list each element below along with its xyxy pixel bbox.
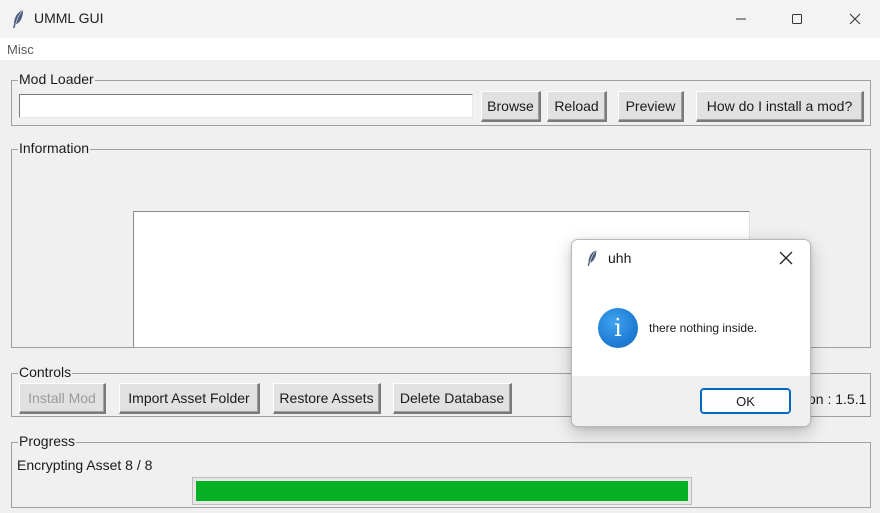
feather-icon: [587, 249, 597, 266]
maximize-icon: [792, 14, 802, 24]
dialog-close-icon[interactable]: [778, 250, 794, 266]
menu-misc[interactable]: Misc: [7, 42, 34, 57]
install-mod-button[interactable]: Install Mod: [19, 383, 106, 414]
controls-label: Controls: [18, 364, 73, 380]
minimize-icon: [736, 18, 746, 20]
progress-label: Progress: [18, 433, 77, 449]
mod-loader-label: Mod Loader: [18, 71, 95, 87]
close-button[interactable]: [826, 0, 880, 38]
title-bar: UMML GUI: [0, 0, 880, 38]
restore-assets-button[interactable]: Restore Assets: [273, 383, 381, 414]
delete-database-button[interactable]: Delete Database: [393, 383, 512, 414]
progress-bar-fill: [196, 481, 688, 501]
maximize-button[interactable]: [768, 0, 826, 38]
preview-button[interactable]: Preview: [618, 91, 684, 122]
dialog-footer: OK: [572, 376, 810, 426]
window-title: UMML GUI: [34, 10, 104, 26]
mod-path-input[interactable]: [19, 94, 473, 118]
dialog-body: i there nothing inside.: [572, 278, 810, 376]
browse-button[interactable]: Browse: [481, 91, 541, 122]
version-label: on : 1.5.1: [808, 391, 867, 407]
message-dialog: uhh i there nothing inside. OK: [571, 239, 811, 427]
progress-status: Encrypting Asset 8 / 8: [17, 457, 153, 473]
dialog-title-bar: uhh: [572, 240, 810, 278]
ok-button[interactable]: OK: [700, 388, 791, 414]
feather-icon: [13, 9, 24, 28]
info-icon: i: [598, 308, 638, 348]
close-icon: [849, 13, 861, 25]
progress-bar: [192, 477, 692, 505]
information-label: Information: [18, 140, 91, 156]
minimize-button[interactable]: [712, 0, 770, 38]
reload-button[interactable]: Reload: [547, 91, 607, 122]
dialog-title: uhh: [608, 250, 632, 266]
import-asset-folder-button[interactable]: Import Asset Folder: [119, 383, 260, 414]
dialog-message: there nothing inside.: [649, 321, 758, 335]
how-to-install-button[interactable]: How do I install a mod?: [696, 91, 864, 122]
menu-bar: Misc: [0, 38, 880, 60]
